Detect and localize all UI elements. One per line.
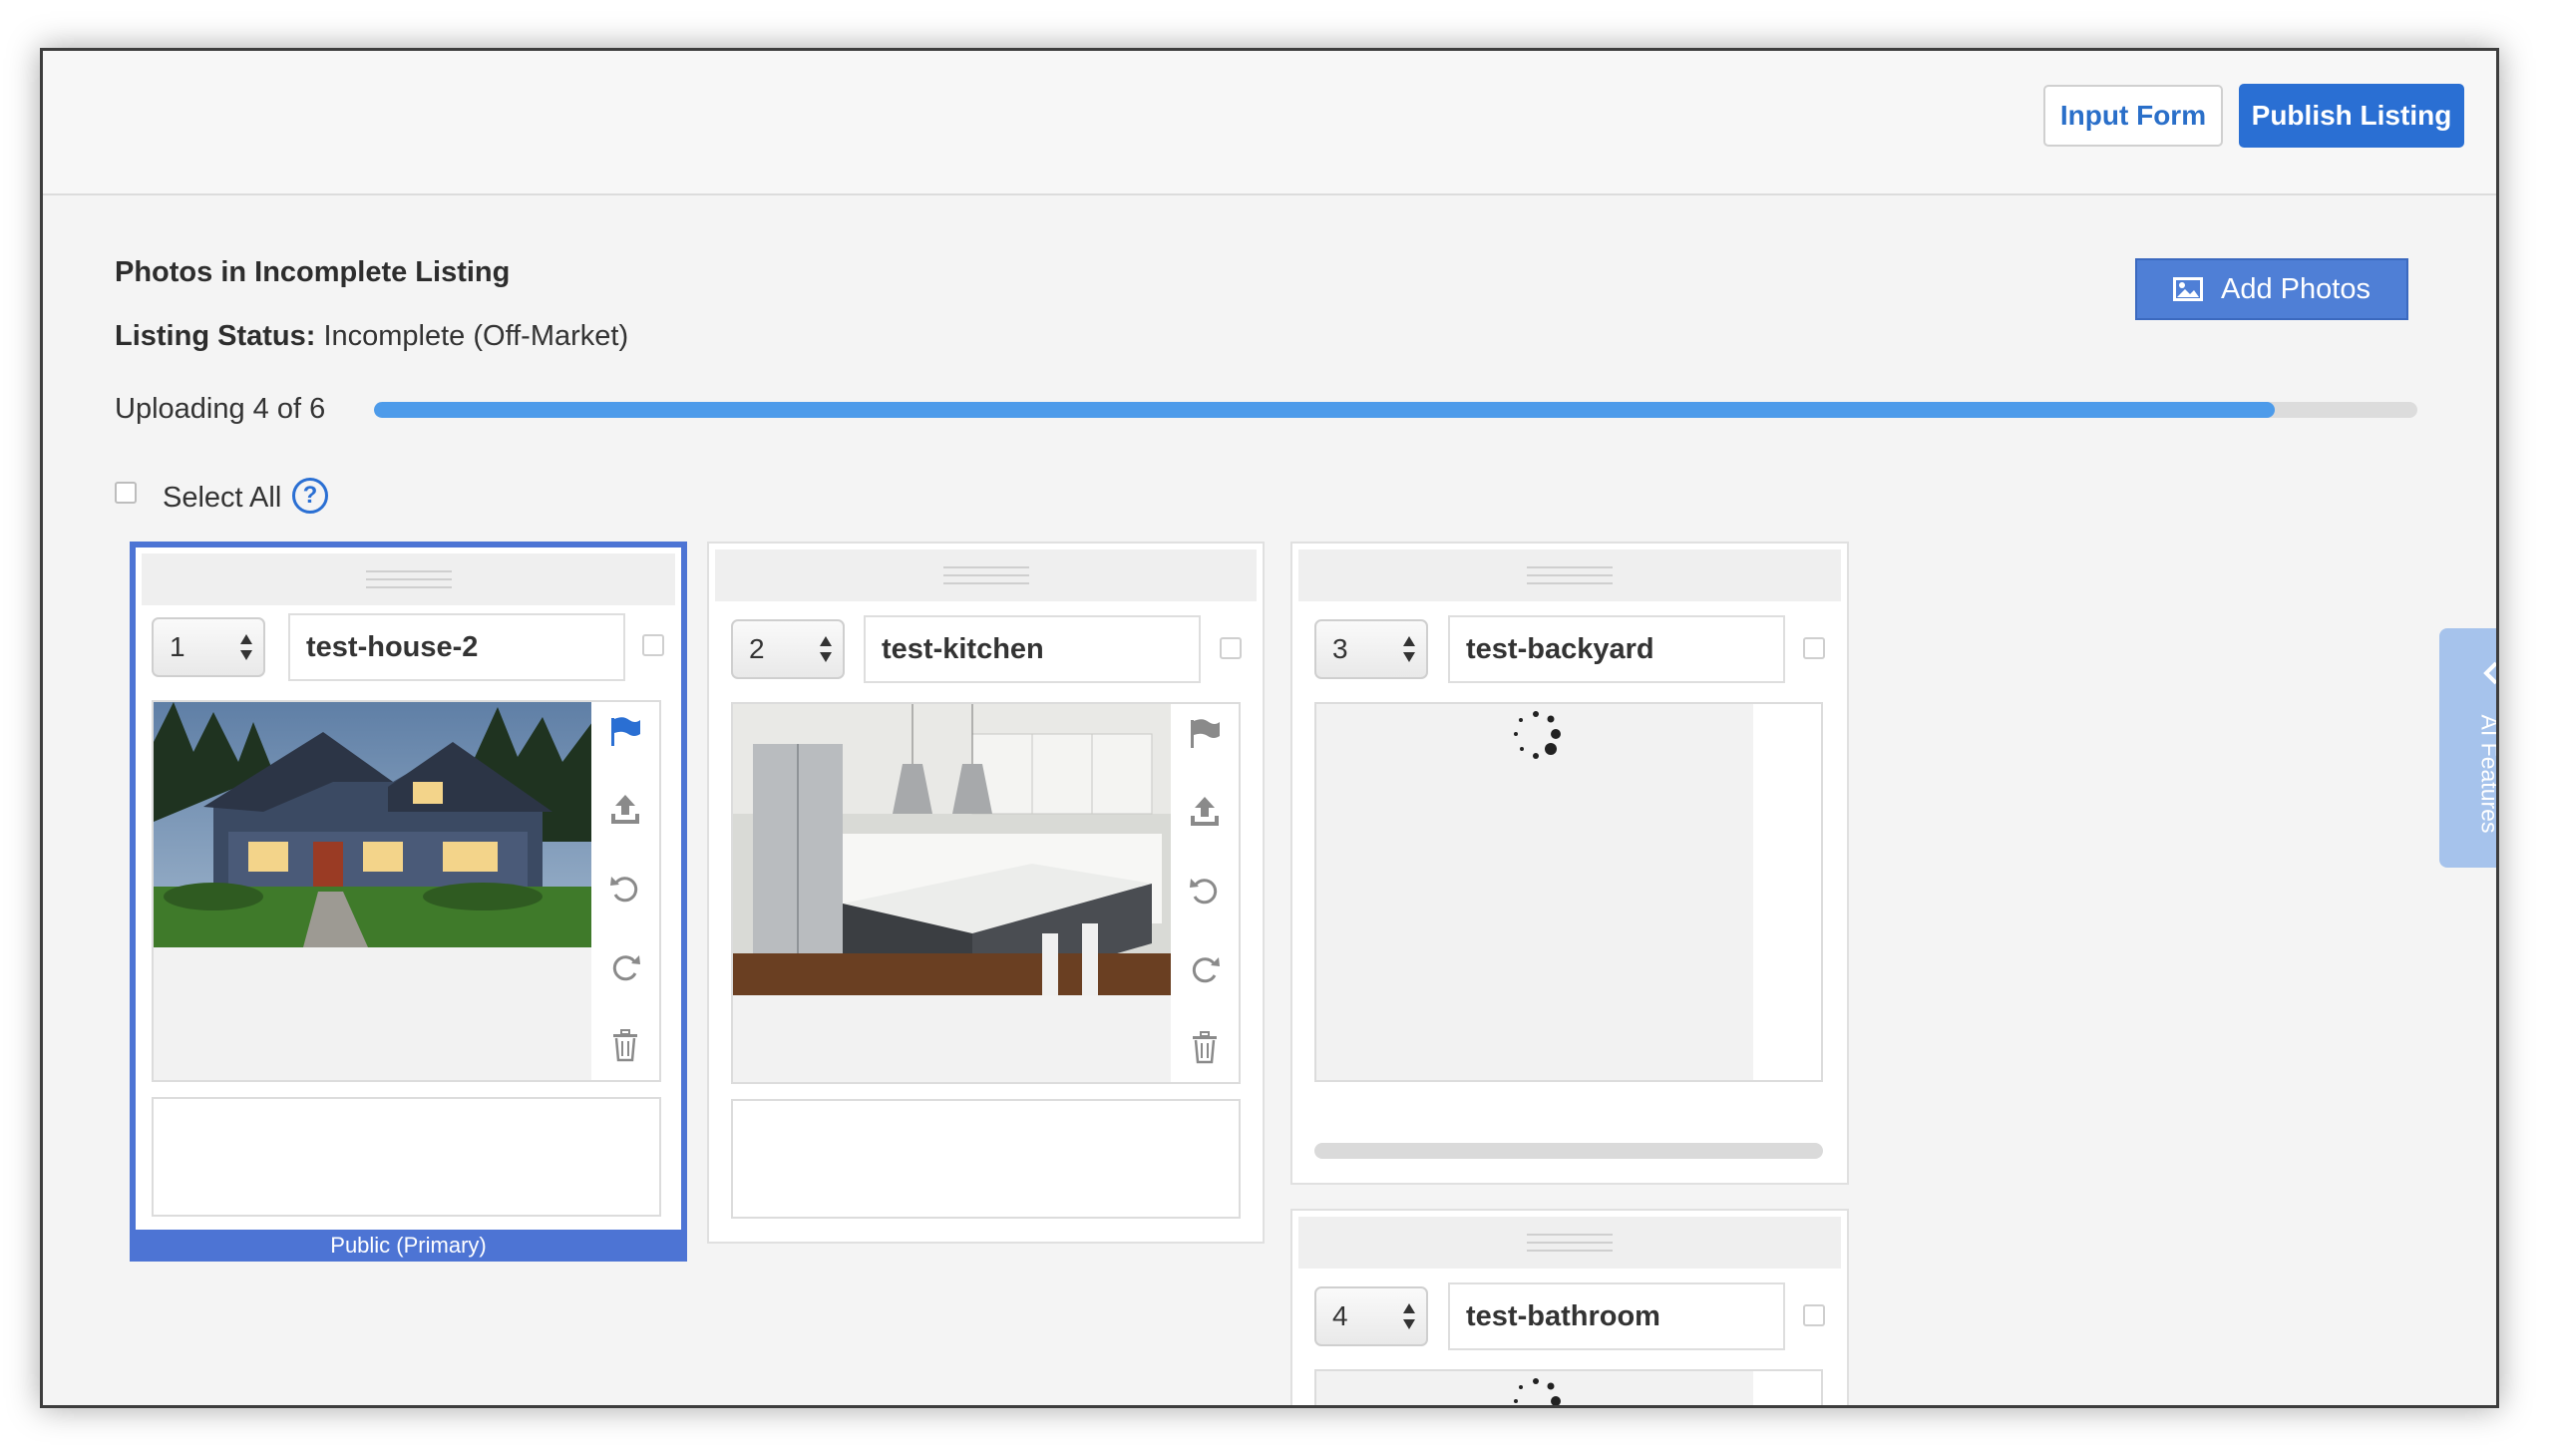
flag-icon[interactable] xyxy=(607,714,643,750)
photo-order-value: 4 xyxy=(1332,1300,1348,1331)
photo-card: 3 test-backyard xyxy=(1290,542,1849,1185)
add-photos-label: Add Photos xyxy=(2221,272,2371,305)
app-window: Input Form Publish Listing Photos in Inc… xyxy=(40,48,2499,1408)
input-form-button[interactable]: Input Form xyxy=(2043,85,2223,147)
photo-preview xyxy=(1314,1369,1823,1405)
loading-spinner-icon xyxy=(1514,711,1561,759)
photo-tools xyxy=(1171,704,1239,1082)
photo-image xyxy=(154,702,592,947)
photo-card: 2 test-kitchen xyxy=(707,542,1265,1244)
photo-order-value: 1 xyxy=(170,631,185,662)
upload-progress-label: Uploading 4 of 6 xyxy=(115,393,326,425)
flag-icon[interactable] xyxy=(1187,716,1223,752)
photo-select-checkbox[interactable] xyxy=(1220,637,1242,659)
chevron-left-icon xyxy=(2483,661,2496,685)
upload-icon[interactable] xyxy=(1187,794,1223,830)
listing-status: Listing Status: Incomplete (Off-Market) xyxy=(115,320,628,353)
drag-handle[interactable] xyxy=(1298,549,1841,601)
trash-icon[interactable] xyxy=(1187,1029,1223,1065)
upload-progress-bar xyxy=(374,402,2417,418)
listing-status-value: Incomplete (Off-Market) xyxy=(323,320,629,352)
photo-image xyxy=(733,704,1172,995)
photo-name-input[interactable]: test-backyard xyxy=(1448,615,1785,683)
page-title: Photos in Incomplete Listing xyxy=(115,256,511,288)
ai-features-tab[interactable]: AI Features xyxy=(2439,628,2499,868)
photo-order-select[interactable]: 1 xyxy=(152,617,265,677)
ai-features-label: AI Features xyxy=(2476,714,2499,834)
photo-name-input[interactable]: test-bathroom xyxy=(1448,1282,1785,1350)
photo-order-value: 2 xyxy=(749,633,765,664)
select-all-checkbox[interactable] xyxy=(115,482,137,504)
select-all-label: Select All xyxy=(163,482,282,514)
photo-order-select[interactable]: 2 xyxy=(731,619,845,679)
rotate-right-icon[interactable] xyxy=(607,949,643,985)
photo-order-value: 3 xyxy=(1332,633,1348,664)
upload-icon[interactable] xyxy=(607,792,643,828)
top-toolbar: Input Form Publish Listing xyxy=(43,51,2496,195)
upload-progress-fill xyxy=(374,402,2275,418)
primary-photo-badge: Public (Primary) xyxy=(130,1230,687,1262)
photo-name-input[interactable]: test-house-2 xyxy=(288,613,625,681)
rotate-left-icon[interactable] xyxy=(1187,873,1223,909)
sort-arrows-icon xyxy=(240,634,252,660)
help-icon[interactable]: ? xyxy=(292,478,328,514)
photo-card: 1 test-house-2 Public (Primary) xyxy=(130,542,687,1262)
photo-caption-input[interactable] xyxy=(152,1097,661,1217)
publish-listing-button[interactable]: Publish Listing xyxy=(2239,84,2464,148)
photo-preview xyxy=(1314,702,1823,1082)
listing-status-label: Listing Status: xyxy=(115,320,316,352)
rotate-right-icon[interactable] xyxy=(1187,951,1223,987)
drag-handle[interactable] xyxy=(715,549,1257,601)
photo-card: 4 test-bathroom xyxy=(1290,1209,1849,1405)
drag-handle[interactable] xyxy=(1298,1217,1841,1269)
loading-spinner-icon xyxy=(1514,1378,1561,1405)
rotate-left-icon[interactable] xyxy=(607,871,643,907)
photo-preview xyxy=(152,700,661,1082)
trash-icon[interactable] xyxy=(607,1027,643,1063)
sort-arrows-icon xyxy=(820,636,832,662)
photo-select-checkbox[interactable] xyxy=(1803,1304,1825,1326)
photo-caption-input[interactable] xyxy=(731,1099,1241,1219)
photo-select-checkbox[interactable] xyxy=(1803,637,1825,659)
photo-order-select[interactable]: 3 xyxy=(1314,619,1428,679)
sort-arrows-icon xyxy=(1403,1303,1415,1329)
photo-order-select[interactable]: 4 xyxy=(1314,1286,1428,1346)
photo-tools xyxy=(591,702,659,1080)
photo-upload-progress-bar xyxy=(1314,1143,1823,1159)
photo-select-checkbox[interactable] xyxy=(642,634,664,656)
sort-arrows-icon xyxy=(1403,636,1415,662)
add-photos-button[interactable]: Add Photos xyxy=(2135,258,2408,320)
photo-name-input[interactable]: test-kitchen xyxy=(864,615,1201,683)
image-icon xyxy=(2173,277,2204,301)
photo-preview xyxy=(731,702,1241,1084)
drag-handle[interactable] xyxy=(142,553,675,605)
